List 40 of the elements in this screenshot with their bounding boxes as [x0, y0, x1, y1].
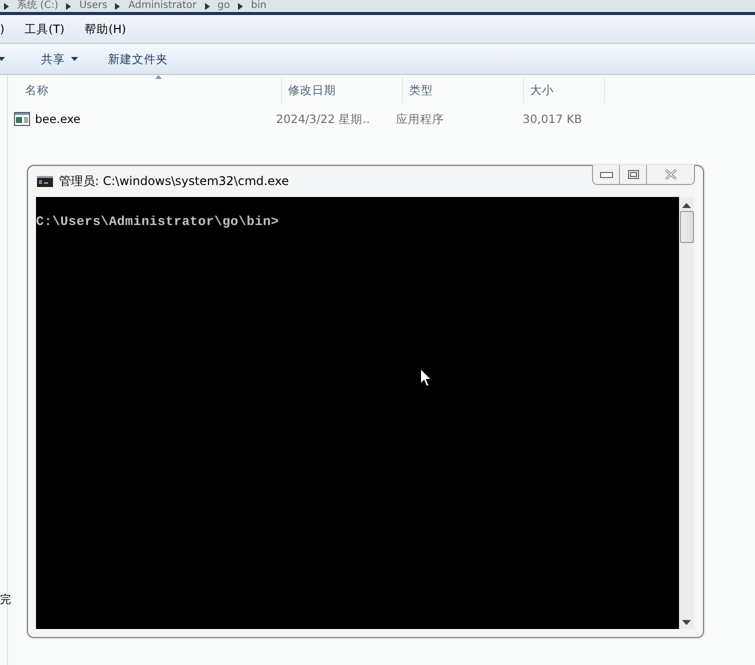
menu-item[interactable]: 工具(T): [24, 22, 64, 36]
application-icon: [14, 112, 30, 126]
toolbar-button[interactable]: 共享: [33, 48, 86, 70]
breadcrumb-item[interactable]: Administrator: [128, 0, 197, 12]
table-cell-text: 2024/3/22 星期..: [275, 112, 371, 126]
sort-arrow-icon: [155, 75, 162, 79]
scroll-up-icon[interactable]: [682, 203, 691, 208]
nav-item[interactable]: 完: [0, 592, 11, 607]
mouse-pointer-icon: [420, 368, 432, 387]
close-button[interactable]: [647, 165, 694, 184]
scroll-down-icon[interactable]: [682, 620, 691, 625]
table-cell-text: 30,017 KB: [522, 112, 582, 126]
menu-item[interactable]: ): [0, 22, 4, 36]
chevron-right-icon: [115, 2, 120, 10]
column-header[interactable]: 修改日期: [282, 77, 403, 103]
caret-icon: [71, 57, 78, 61]
minimize-icon: [600, 172, 612, 178]
menu-item[interactable]: 帮助(H): [84, 22, 126, 36]
file-name[interactable]: bee.exe: [35, 112, 81, 126]
column-header[interactable]: 名称: [8, 77, 282, 103]
scroll-thumb[interactable]: [680, 211, 694, 243]
chevron-right-icon: [4, 2, 9, 10]
chevron-right-icon: [66, 2, 72, 10]
maximize-icon: [628, 170, 638, 179]
maximize-button[interactable]: [620, 165, 647, 184]
chevron-right-icon: [238, 2, 243, 10]
column-header[interactable]: 类型: [403, 77, 524, 103]
breadcrumb-item[interactable]: bin: [251, 0, 266, 12]
breadcrumb-item[interactable]: Users: [79, 0, 108, 12]
caret-icon[interactable]: [0, 57, 5, 61]
console-line: C:\Users\Administrator\go\bin>: [36, 214, 280, 229]
minimize-button[interactable]: [593, 165, 620, 184]
table-cell-text: 应用程序: [395, 112, 445, 126]
chevron-right-icon: [204, 2, 210, 10]
console-icon: [37, 176, 53, 187]
breadcrumb-item[interactable]: go: [218, 0, 230, 12]
window-title: 管理员: C:\windows\system32\cmd.exe: [59, 173, 289, 190]
toolbar-button[interactable]: 新建文件夹: [100, 48, 176, 70]
close-icon: [664, 169, 678, 180]
column-header[interactable]: 大小: [524, 77, 605, 103]
